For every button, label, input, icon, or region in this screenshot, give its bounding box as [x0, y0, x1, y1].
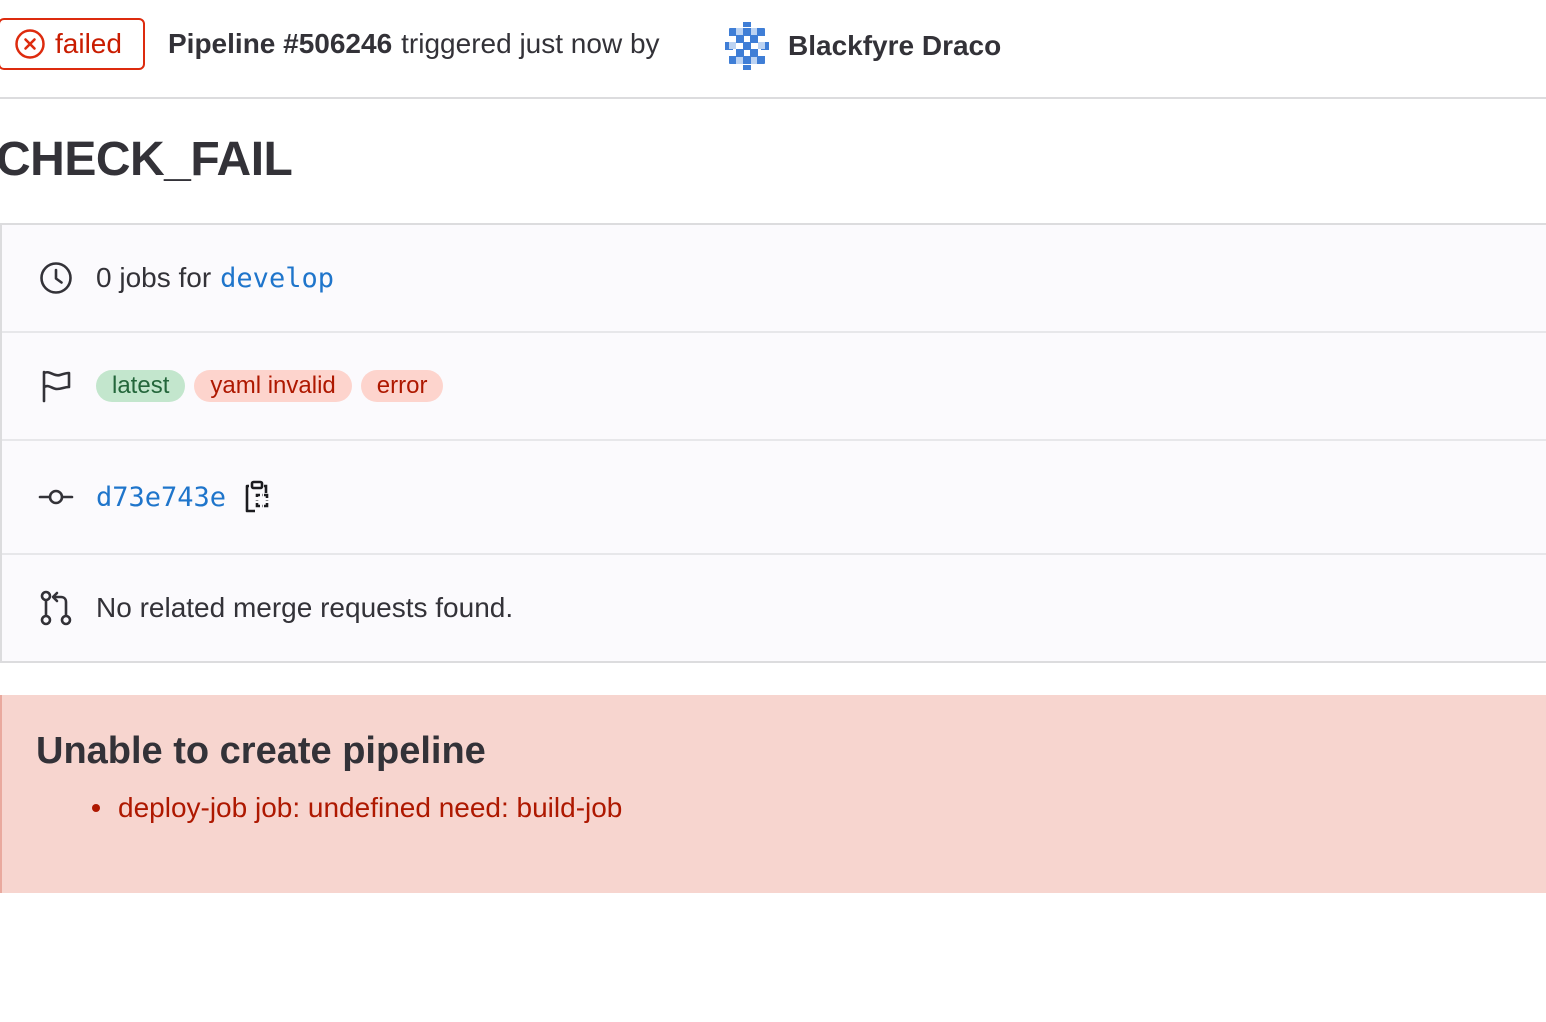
error-message: deploy-job job: undefined need: build-jo…	[118, 792, 623, 823]
branch-link[interactable]: develop	[220, 263, 334, 294]
error-list: deploy-job job: undefined need: build-jo…	[90, 788, 622, 828]
avatar[interactable]	[722, 21, 772, 71]
author-name[interactable]: Blackfyre Draco	[788, 24, 1001, 68]
merge-request-icon	[38, 590, 74, 626]
pipeline-info-panel: 0 jobs for develop latest yaml invalid e…	[0, 223, 1546, 663]
commit-icon	[38, 479, 74, 515]
jobs-row: 0 jobs for develop	[2, 225, 1546, 333]
status-badge[interactable]: failed	[0, 18, 145, 70]
pipeline-trigger-info: Pipeline #506246 triggered just now by	[168, 22, 660, 66]
status-badge-label: failed	[55, 28, 122, 59]
page-title: CHECK_FAIL	[0, 133, 293, 186]
error-alert: Unable to create pipeline deploy-job job…	[0, 695, 1546, 893]
commit-sha-link[interactable]: d73e743e	[96, 482, 226, 513]
jobs-count-text: 0 jobs for	[96, 262, 212, 293]
label-yaml-invalid[interactable]: yaml invalid	[194, 370, 352, 402]
clock-icon	[38, 260, 74, 296]
commit-row: d73e743e	[2, 441, 1546, 555]
error-title: Unable to create pipeline	[36, 730, 486, 772]
label-error[interactable]: error	[360, 370, 444, 402]
pipeline-header: failed Pipeline #506246 triggered just n…	[0, 0, 1546, 99]
circle-x-icon	[14, 28, 46, 60]
bullet-icon	[92, 804, 100, 812]
merge-requests-row: No related merge requests found.	[2, 555, 1546, 661]
clipboard-icon	[244, 480, 274, 514]
label-latest[interactable]: latest	[96, 370, 186, 402]
error-item: deploy-job job: undefined need: build-jo…	[90, 788, 622, 828]
labels-row: latest yaml invalid error	[2, 333, 1546, 441]
pipeline-id: Pipeline #506246	[168, 28, 393, 59]
flag-icon	[38, 368, 74, 404]
trigger-text: triggered just now by	[401, 28, 660, 59]
merge-requests-text: No related merge requests found.	[96, 592, 514, 623]
copy-commit-button[interactable]	[244, 480, 274, 514]
